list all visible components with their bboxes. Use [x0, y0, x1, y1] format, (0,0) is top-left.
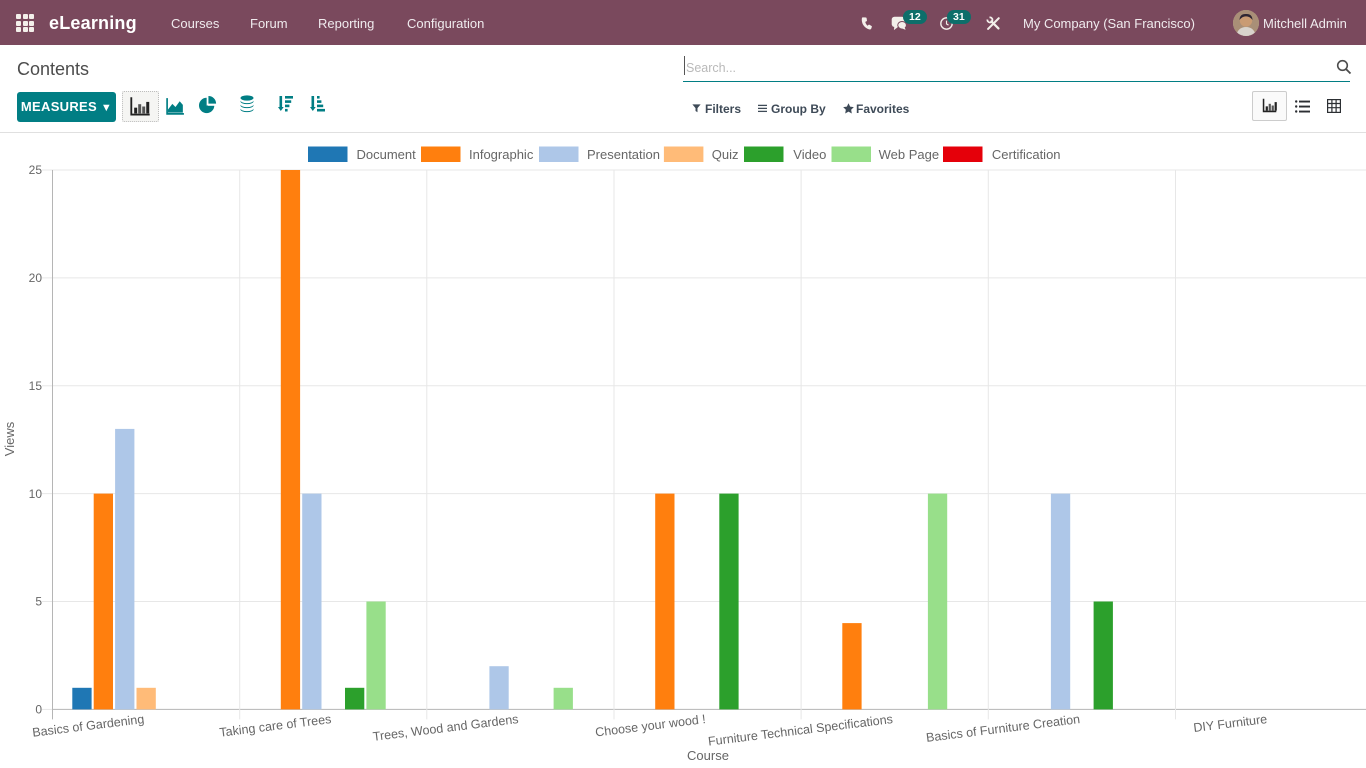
svg-text:0: 0	[35, 703, 42, 717]
svg-text:Document: Document	[357, 147, 417, 162]
svg-text:15: 15	[29, 379, 43, 393]
svg-text:Trees, Wood and Gardens: Trees, Wood and Gardens	[372, 712, 519, 744]
svg-text:Video: Video	[793, 147, 826, 162]
svg-text:DIY Furniture: DIY Furniture	[1193, 712, 1268, 735]
svg-text:25: 25	[29, 163, 43, 177]
svg-text:Choose your wood !: Choose your wood !	[594, 712, 706, 739]
svg-text:Furniture Technical Specificat: Furniture Technical Specifications	[707, 712, 893, 749]
svg-text:Course: Course	[687, 748, 729, 763]
svg-text:Presentation: Presentation	[587, 147, 660, 162]
svg-text:Certification: Certification	[992, 147, 1061, 162]
svg-text:10: 10	[29, 487, 43, 501]
svg-text:Quiz: Quiz	[712, 147, 739, 162]
svg-text:Taking care of Trees: Taking care of Trees	[219, 712, 332, 740]
svg-text:20: 20	[29, 271, 43, 285]
svg-text:Web Page: Web Page	[879, 147, 939, 162]
svg-text:Views: Views	[2, 421, 17, 456]
svg-text:Basics of Gardening: Basics of Gardening	[32, 712, 145, 740]
svg-text:Basics of Furniture Creation: Basics of Furniture Creation	[925, 712, 1081, 745]
svg-text:5: 5	[35, 595, 42, 609]
svg-text:Infographic: Infographic	[469, 147, 534, 162]
